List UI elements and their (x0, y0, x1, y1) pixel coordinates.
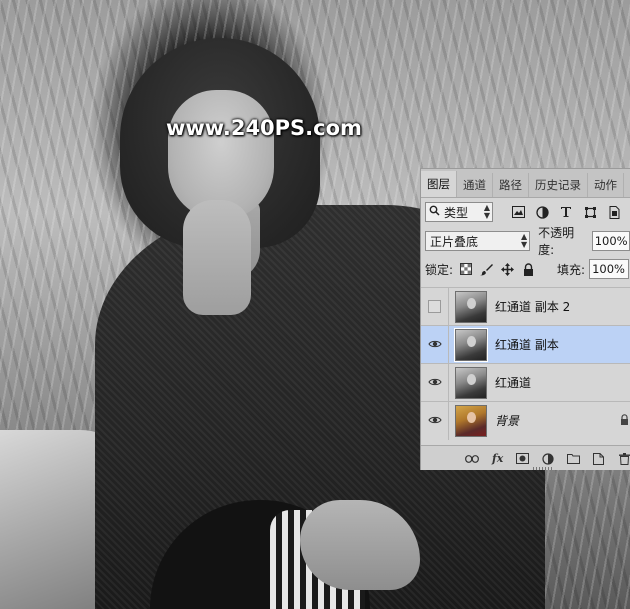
image-filter-icon[interactable] (511, 205, 525, 219)
eye-icon (427, 414, 442, 428)
hidden-visibility-box (428, 300, 441, 313)
visibility-toggle[interactable] (421, 287, 449, 326)
blend-mode-value: 正片叠底 (430, 234, 479, 249)
filter-row: 类型 ▲ ▼ (425, 201, 621, 223)
layer-name: 背景 (495, 414, 520, 428)
layer-row-red[interactable]: 红通道 (421, 363, 630, 402)
layer-name: 红通道 副本 2 (495, 300, 571, 314)
search-icon (429, 205, 440, 219)
layer-row-red-copy[interactable]: 红通道 副本 (421, 325, 630, 364)
new-group-icon[interactable] (567, 452, 581, 466)
layer-kind-label: 类型 (444, 205, 469, 220)
layer-row-red-copy-2[interactable]: 红通道 副本 2 (421, 287, 630, 326)
eye-icon (427, 338, 442, 352)
watermark-text: www.240PS.com (166, 116, 362, 140)
hand (183, 200, 251, 315)
new-layer-icon[interactable] (592, 452, 605, 466)
lock-icons (459, 262, 535, 276)
resize-grip[interactable] (533, 467, 553, 470)
panel-tabs: 图层 通道 路径 历史记录 动作 (421, 169, 630, 198)
fx-icon[interactable]: fx (491, 452, 504, 466)
lock-transparency-icon[interactable] (459, 263, 472, 276)
brush-icon[interactable] (480, 263, 494, 276)
adjustment-filter-icon[interactable] (535, 205, 549, 219)
opacity-label: 不透明度: (538, 226, 575, 257)
move-icon[interactable] (501, 262, 515, 276)
tab-paths[interactable]: 路径 (493, 173, 529, 197)
filter-icons (511, 205, 621, 219)
link-layers-icon[interactable] (465, 452, 479, 466)
layer-thumbnail (455, 290, 487, 323)
up-down-arrow-icon: ▲ ▼ (521, 232, 528, 249)
fill-field[interactable]: 100% (589, 259, 630, 279)
up-down-arrow-icon: ▲ ▼ (483, 203, 491, 220)
lock-label: 锁定: (425, 262, 454, 277)
lock-icon[interactable] (522, 262, 535, 276)
shape-filter-icon[interactable] (583, 205, 597, 219)
layers-panel: 图层 通道 路径 历史记录 动作 类型 ▲ ▼ 正片叠底 ▲ ▼ 不透明度: 1… (420, 168, 630, 470)
tab-history[interactable]: 历史记录 (529, 173, 588, 197)
opacity-field[interactable]: 100% (591, 231, 630, 251)
panel-footer: fx (421, 445, 630, 470)
smart-object-filter-icon[interactable] (607, 205, 621, 219)
visibility-toggle[interactable] (421, 401, 449, 440)
layers-list: 红通道 副本 2 红通道 副本 红通道 背景 (421, 287, 630, 440)
layer-thumbnail (455, 404, 487, 437)
fill-label: 填充: (557, 262, 586, 277)
layer-row-background[interactable]: 背景 (421, 401, 630, 440)
tab-layers[interactable]: 图层 (421, 171, 457, 197)
tab-channels[interactable]: 通道 (457, 173, 493, 197)
add-mask-icon[interactable] (516, 452, 530, 466)
layer-thumbnail (454, 327, 488, 362)
eye-icon (427, 376, 442, 390)
layer-name: 红通道 (495, 376, 532, 390)
layer-kind-select[interactable]: 类型 ▲ ▼ (425, 202, 493, 222)
blend-row: 正片叠底 ▲ ▼ 不透明度: 100% (425, 226, 630, 257)
visibility-toggle[interactable] (421, 363, 449, 402)
trash-icon[interactable] (618, 452, 630, 466)
blend-mode-select[interactable]: 正片叠底 ▲ ▼ (425, 231, 531, 251)
tab-actions[interactable]: 动作 (588, 173, 624, 197)
type-filter-icon[interactable] (559, 205, 573, 219)
lock-row: 锁定: 填充: 100% (425, 258, 630, 280)
visibility-toggle[interactable] (421, 325, 449, 364)
layer-name: 红通道 副本 (495, 338, 559, 352)
layer-thumbnail (455, 366, 487, 399)
adjustment-layer-icon[interactable] (542, 452, 555, 466)
layer-lock-icon (620, 413, 629, 428)
